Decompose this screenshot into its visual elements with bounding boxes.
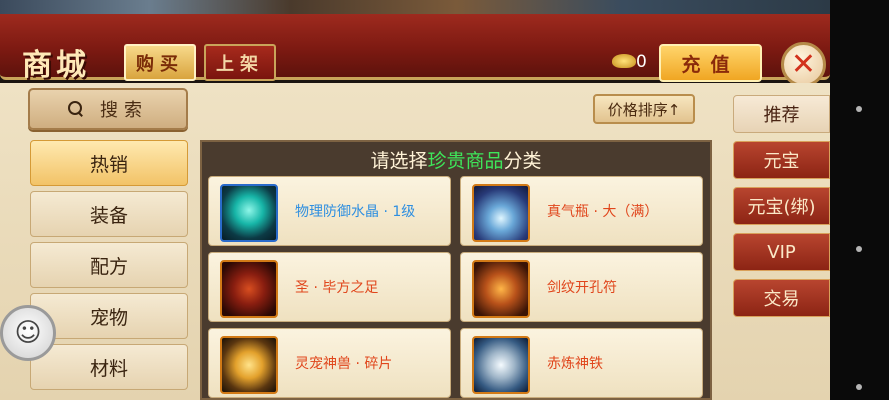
recharge-button[interactable]: 充值 — [659, 44, 762, 82]
currency-tabs: 推荐 元宝 元宝(绑) VIP 交易 — [733, 95, 830, 325]
product-name: 灵宠神兽 · 碎片 — [295, 356, 393, 372]
scroll-icon — [472, 260, 530, 318]
bottle-icon — [472, 184, 530, 242]
nav-dot-icon[interactable] — [856, 106, 862, 112]
gold-count: 0 — [636, 52, 647, 72]
tab-trade[interactable]: 交易 — [733, 279, 830, 317]
assistive-ball-icon[interactable]: ☺ — [0, 305, 56, 361]
gold-ingot-icon — [612, 54, 636, 68]
crystal-icon — [220, 184, 278, 242]
product-item[interactable]: 真气瓶 · 大（满） — [460, 176, 703, 246]
grid-title: 请选择 珍贵商品 分类 — [202, 142, 710, 176]
close-icon: ✕ — [790, 46, 817, 82]
shop-header: 商城 购买 上架 0 充值 ✕ — [0, 14, 830, 87]
tab-recommend[interactable]: 推荐 — [733, 95, 830, 133]
category-material[interactable]: 材料 — [30, 344, 188, 390]
product-item[interactable]: 物理防御水晶 · 1级 — [208, 176, 451, 246]
iron-icon — [472, 336, 530, 394]
tab-vip[interactable]: VIP — [733, 233, 830, 271]
category-list: 热销 装备 配方 宠物 材料 — [30, 140, 188, 395]
grid-title-highlight: 珍贵商品 — [427, 149, 504, 172]
tab-yuanbao-bound[interactable]: 元宝(绑) — [733, 187, 830, 225]
close-button[interactable]: ✕ — [781, 42, 826, 87]
buy-button[interactable]: 购买 — [124, 44, 196, 81]
product-item[interactable]: 赤炼神铁 — [460, 328, 703, 398]
nav-dot-icon[interactable] — [856, 384, 862, 390]
nav-dot-icon[interactable] — [856, 246, 862, 252]
egg-icon — [220, 336, 278, 394]
sell-button[interactable]: 上架 — [204, 44, 276, 81]
product-item[interactable]: 圣 · 毕方之足 — [208, 252, 451, 322]
search-icon — [68, 101, 84, 117]
search-label: 搜索 — [100, 100, 148, 121]
category-recipe[interactable]: 配方 — [30, 242, 188, 288]
product-item[interactable]: 灵宠神兽 · 碎片 — [208, 328, 451, 398]
product-name: 剑纹开孔符 — [547, 280, 617, 296]
price-sort-button[interactable]: 价格排序↑ — [593, 94, 695, 124]
product-name: 赤炼神铁 — [547, 356, 603, 372]
grid-title-suffix: 分类 — [503, 149, 542, 172]
product-name: 真气瓶 · 大（满） — [547, 204, 659, 220]
system-nav-bar — [830, 0, 889, 400]
category-hot[interactable]: 热销 — [30, 140, 188, 186]
search-button[interactable]: 搜索 — [28, 88, 188, 130]
tab-yuanbao[interactable]: 元宝 — [733, 141, 830, 179]
product-name: 圣 · 毕方之足 — [295, 280, 379, 296]
product-item[interactable]: 剑纹开孔符 — [460, 252, 703, 322]
page-title: 商城 — [22, 48, 90, 83]
category-equipment[interactable]: 装备 — [30, 191, 188, 237]
product-name: 物理防御水晶 · 1级 — [295, 204, 416, 220]
grid-title-prefix: 请选择 — [370, 149, 428, 172]
product-grid: 请选择 珍贵商品 分类 物理防御水晶 · 1级 真气瓶 · 大（满） 圣 · 毕… — [200, 140, 712, 400]
claw-icon — [220, 260, 278, 318]
